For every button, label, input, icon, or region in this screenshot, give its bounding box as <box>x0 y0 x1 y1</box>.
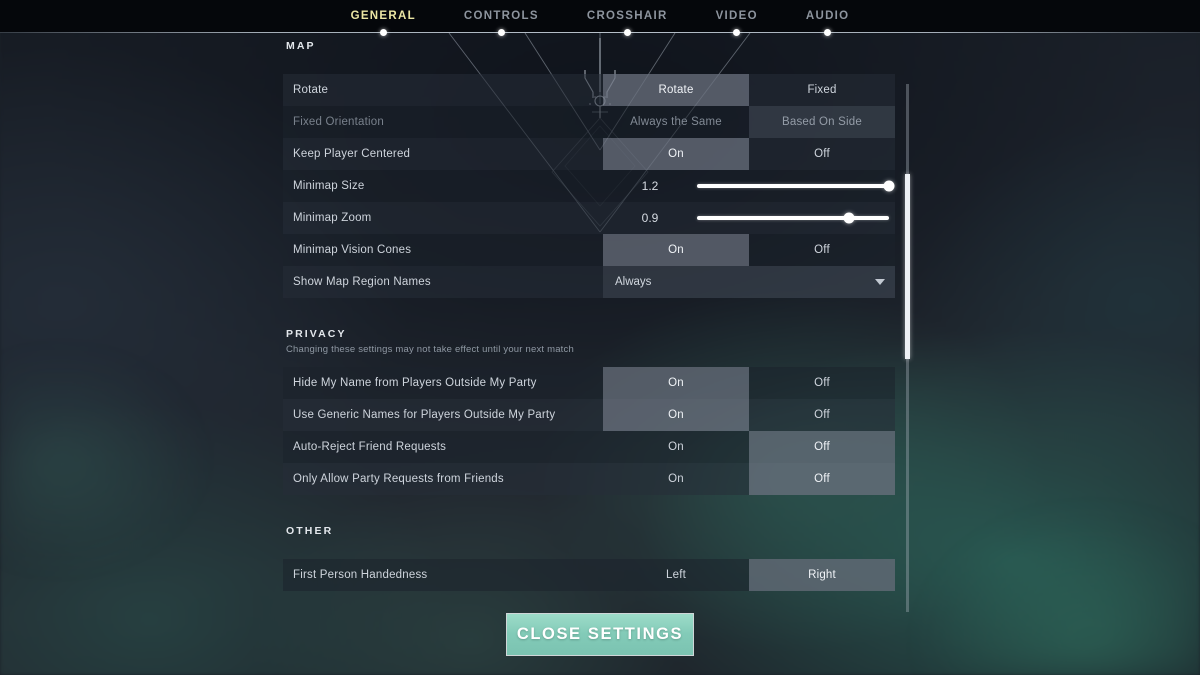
setting-row: Minimap Size 1.2 <box>283 170 895 202</box>
setting-row: Rotate Rotate Fixed <box>283 74 895 106</box>
tab-controls[interactable]: CONTROLS <box>464 10 539 22</box>
tab-dot-controls <box>497 29 505 36</box>
setting-label: Hide My Name from Players Outside My Par… <box>293 377 537 389</box>
setting-label: Use Generic Names for Players Outside My… <box>293 409 556 421</box>
setting-label: Minimap Zoom <box>293 212 372 224</box>
segment-option: Based On Side <box>749 106 895 138</box>
setting-row: Keep Player Centered On Off <box>283 138 895 170</box>
setting-row: Only Allow Party Requests from Friends On… <box>283 463 895 495</box>
setting-label: Minimap Vision Cones <box>293 244 412 256</box>
section-header-privacy: PRIVACY <box>286 328 347 340</box>
tab-video[interactable]: VIDEO <box>716 10 758 22</box>
tab-dot-crosshair <box>623 29 631 36</box>
segment-option[interactable]: Off <box>749 431 895 463</box>
segment-option[interactable]: Fixed <box>749 74 895 106</box>
setting-control: On Off <box>603 463 895 495</box>
setting-label: Rotate <box>293 84 329 96</box>
setting-control: 0.9 <box>603 202 895 234</box>
segment-option[interactable]: Off <box>749 138 895 170</box>
close-settings-label: CLOSE SETTINGS <box>516 625 684 643</box>
setting-control: Left Right <box>603 559 895 591</box>
segment-option[interactable]: Rotate <box>603 74 749 106</box>
setting-label: Minimap Size <box>293 180 365 192</box>
setting-row: Minimap Vision Cones On Off <box>283 234 895 266</box>
segment-option[interactable]: On <box>603 431 749 463</box>
setting-row: Show Map Region Names Always <box>283 266 895 298</box>
segment-option[interactable]: On <box>603 234 749 266</box>
segment-option[interactable]: Left <box>603 559 749 591</box>
section-header-map: MAP <box>286 40 316 52</box>
chevron-down-icon <box>875 279 885 285</box>
segment-option[interactable]: On <box>603 138 749 170</box>
tab-audio[interactable]: AUDIO <box>806 10 850 22</box>
segment-option[interactable]: Right <box>749 559 895 591</box>
scrollbar[interactable] <box>905 84 910 612</box>
slider-control: 0.9 <box>603 202 895 234</box>
setting-row: First Person Handedness Left Right <box>283 559 895 591</box>
setting-row: Minimap Zoom 0.9 <box>283 202 895 234</box>
section-subtitle-privacy: Changing these settings may not take eff… <box>286 344 574 355</box>
setting-control: Always the Same Based On Side <box>603 106 895 138</box>
setting-row: Fixed Orientation Always the Same Based On… <box>283 106 895 138</box>
setting-label: First Person Handedness <box>293 569 428 581</box>
slider-knob[interactable] <box>883 180 895 192</box>
setting-label: Only Allow Party Requests from Friends <box>293 473 504 485</box>
tab-crosshair[interactable]: CROSSHAIR <box>587 10 668 22</box>
settings-tabs[interactable]: GENERAL CONTROLS CROSSHAIR VIDEO AUDIO <box>0 0 1200 32</box>
setting-label: Show Map Region Names <box>293 276 431 288</box>
close-settings-button[interactable]: CLOSE SETTINGS <box>506 613 694 656</box>
setting-control: On Off <box>603 367 895 399</box>
slider-track[interactable] <box>697 212 889 224</box>
dropdown-value: Always <box>615 276 652 288</box>
setting-label: Auto-Reject Friend Requests <box>293 441 447 453</box>
setting-row: Use Generic Names for Players Outside My… <box>283 399 895 431</box>
segment-option[interactable]: On <box>603 399 749 431</box>
setting-control: 1.2 <box>603 170 895 202</box>
setting-label: Fixed Orientation <box>293 116 384 128</box>
segment-option[interactable]: Off <box>749 463 895 495</box>
setting-row: Hide My Name from Players Outside My Par… <box>283 367 895 399</box>
segment-option[interactable]: On <box>603 367 749 399</box>
setting-row: Auto-Reject Friend Requests On Off <box>283 431 895 463</box>
segment-option: Always the Same <box>630 116 722 128</box>
segment-option[interactable]: Off <box>749 367 895 399</box>
setting-control: Rotate Fixed <box>603 74 895 106</box>
slider-value: 0.9 <box>641 211 659 225</box>
segment-option[interactable]: Off <box>749 399 895 431</box>
slider-knob[interactable] <box>843 212 855 224</box>
setting-control: On Off <box>603 234 895 266</box>
setting-control: Always <box>603 266 895 298</box>
settings-panel: MAP Rotate Rotate Fixed Fixed Orientation Alw… <box>283 40 908 620</box>
dropdown-select[interactable]: Always <box>603 266 895 298</box>
slider-value: 1.2 <box>641 179 659 193</box>
tab-dot-general <box>379 29 387 36</box>
segment-option[interactable]: Off <box>749 234 895 266</box>
setting-label: Keep Player Centered <box>293 148 411 160</box>
setting-control: On Off <box>603 138 895 170</box>
slider-track[interactable] <box>697 180 895 192</box>
section-header-other: OTHER <box>286 525 334 537</box>
slider-control: 1.2 <box>603 170 895 202</box>
setting-control: On Off <box>603 431 895 463</box>
setting-control: On Off <box>603 399 895 431</box>
scrollbar-thumb[interactable] <box>905 173 910 359</box>
segment-option[interactable]: On <box>603 463 749 495</box>
tab-general[interactable]: GENERAL <box>351 10 416 22</box>
nav-underline <box>0 32 1200 33</box>
